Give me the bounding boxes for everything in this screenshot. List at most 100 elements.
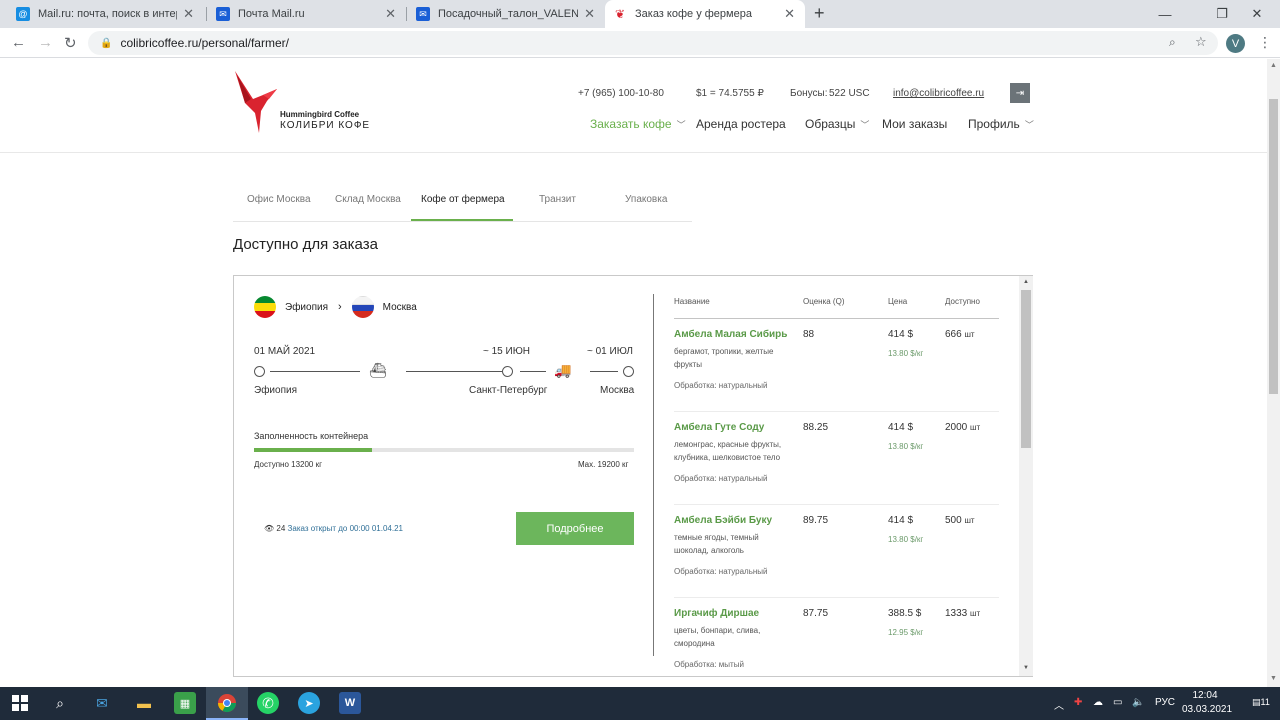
close-icon[interactable]: ✕ bbox=[183, 6, 194, 22]
scroll-down-icon[interactable]: ▼ bbox=[1023, 665, 1029, 671]
browser-tab-mailru[interactable]: @ Mail.ru: почта, поиск в интернете ✕ bbox=[8, 0, 204, 28]
forward-icon[interactable]: → bbox=[38, 34, 53, 51]
coffee-name[interactable]: Амбела Малая Сибирь bbox=[674, 329, 787, 340]
close-icon[interactable]: ✕ bbox=[385, 6, 396, 22]
logout-button[interactable]: ⇥ bbox=[1010, 83, 1030, 103]
table-row[interactable]: Амбела Бэйби Буку темные ягоды, темный ш… bbox=[674, 505, 999, 598]
coffee-stock: 500 шт bbox=[945, 515, 975, 526]
coffee-price: 414 $ bbox=[888, 422, 914, 433]
chrome-icon[interactable] bbox=[216, 692, 238, 714]
details-button[interactable]: Подробнее bbox=[516, 512, 634, 545]
section-title: Доступно для заказа bbox=[233, 236, 378, 253]
view-count: 24 bbox=[276, 524, 286, 533]
profile-avatar[interactable]: V bbox=[1226, 34, 1245, 53]
browser-tab-coffee[interactable]: ❦ Заказ кофе у фермера ✕ bbox=[605, 0, 805, 28]
coffee-notes: бергамот, тропики, желтые фрукты bbox=[674, 347, 774, 369]
tab-title: Mail.ru: почта, поиск в интернете bbox=[38, 8, 177, 20]
mailru-icon: @ bbox=[16, 7, 30, 21]
container-fill-progress bbox=[254, 448, 372, 452]
browser-menu-icon[interactable]: ⋮ bbox=[1258, 34, 1272, 51]
nav-my-orders[interactable]: Мои заказы bbox=[882, 117, 947, 131]
clock[interactable]: 12:04 03.03.2021 bbox=[1182, 689, 1233, 717]
windows-taskbar: ⌕ ✉ ▬ ▦ ✆ ➤ W ︿ ✚ ☁ ▭ 🔈 РУС 12:04 03.03.… bbox=[0, 687, 1280, 720]
nav-roaster-rent[interactable]: Аренда ростера bbox=[696, 117, 786, 131]
volume-icon[interactable]: 🔈 bbox=[1132, 697, 1144, 708]
page-scrollbar[interactable]: ▲ ▼ bbox=[1267, 59, 1280, 687]
page-scrollbar-thumb[interactable] bbox=[1269, 99, 1278, 394]
scroll-down-icon[interactable]: ▼ bbox=[1270, 675, 1277, 682]
windows-start-icon[interactable] bbox=[9, 692, 31, 714]
search-icon[interactable]: ⌕ bbox=[49, 692, 71, 714]
bonus-label: Бонусы: bbox=[790, 88, 828, 99]
coffee-score: 89.75 bbox=[803, 515, 829, 526]
language-indicator[interactable]: РУС bbox=[1155, 697, 1175, 708]
tab-transit[interactable]: Транзит bbox=[539, 194, 576, 205]
tab-farmer-coffee[interactable]: Кофе от фермера bbox=[421, 194, 505, 205]
bookmark-star-icon[interactable]: ☆ bbox=[1195, 34, 1207, 50]
sheets-app-icon[interactable]: ▦ bbox=[174, 692, 196, 714]
column-header-name: Название bbox=[674, 297, 710, 306]
table-row[interactable]: Амбела Гуте Соду лемонграс, красные фрук… bbox=[674, 412, 999, 505]
scroll-up-icon[interactable]: ▲ bbox=[1270, 62, 1277, 69]
whatsapp-icon[interactable]: ✆ bbox=[257, 692, 279, 714]
notification-icon[interactable]: ▤11 bbox=[1252, 697, 1270, 708]
route-track bbox=[520, 371, 546, 372]
shipment-card: Эфиопия › Москва 01 МАЙ 2021 ~ 15 ИЮН ~ … bbox=[233, 275, 1033, 677]
email-link[interactable]: info@colibricoffee.ru bbox=[893, 88, 984, 99]
nav-samples[interactable]: Образцы ﹀ bbox=[805, 117, 869, 131]
coffee-stock: 1333 шт bbox=[945, 608, 980, 619]
phone-number[interactable]: +7 (965) 100-10-80 bbox=[578, 88, 664, 99]
card-scrollbar[interactable]: ▲ ▼ bbox=[1019, 276, 1033, 676]
coffee-price-per-kg: 13.80 $/кг bbox=[888, 349, 924, 358]
bonus-value: 522 USC bbox=[829, 88, 870, 99]
back-icon[interactable]: ← bbox=[11, 34, 26, 51]
url-field[interactable]: 🔒 colibricoffee.ru/personal/farmer/ ⌕ ☆ bbox=[88, 31, 1218, 55]
card-scrollbar-thumb[interactable] bbox=[1021, 290, 1031, 448]
browser-tab-boarding[interactable]: ✉ Посадочный_талон_VALENTINA ✕ bbox=[408, 0, 605, 28]
nav-profile[interactable]: Профиль ﹀ bbox=[968, 117, 1034, 131]
mail-icon: ✉ bbox=[416, 7, 430, 21]
tray-expand-icon[interactable]: ︿ bbox=[1054, 697, 1064, 712]
currency-rate: $1 = 74.5755 ₽ bbox=[696, 88, 764, 99]
zoom-icon[interactable]: ⌕ bbox=[1169, 35, 1176, 50]
telegram-icon[interactable]: ➤ bbox=[298, 692, 320, 714]
close-icon[interactable]: ✕ bbox=[584, 6, 595, 22]
chevron-right-icon: › bbox=[337, 301, 342, 313]
tray-app-icon[interactable]: ✚ bbox=[1074, 697, 1082, 708]
tab-moscow-warehouse[interactable]: Склад Москва bbox=[335, 194, 401, 205]
close-window-button[interactable]: ✕ bbox=[1234, 0, 1280, 28]
site-logo[interactable]: Hummingbird Coffee КОЛИБРИ КОФЕ bbox=[233, 69, 373, 139]
minimize-button[interactable]: — bbox=[1142, 0, 1188, 28]
nav-order-coffee[interactable]: Заказать кофе ﹀ bbox=[590, 117, 686, 131]
reload-icon[interactable]: ↻ bbox=[64, 34, 77, 52]
clock-date: 03.03.2021 bbox=[1182, 704, 1233, 715]
mail-app-icon[interactable]: ✉ bbox=[91, 692, 113, 714]
scroll-up-icon[interactable]: ▲ bbox=[1023, 279, 1029, 285]
nav-label: Профиль bbox=[968, 117, 1020, 131]
date-start: 01 МАЙ 2021 bbox=[254, 346, 316, 357]
browser-tab-mail[interactable]: ✉ Почта Mail.ru ✕ bbox=[208, 0, 406, 28]
coffee-process: Обработка: натуральный bbox=[674, 567, 768, 576]
coffee-name[interactable]: Иргачиф Диршае bbox=[674, 608, 759, 619]
word-icon[interactable]: W bbox=[339, 692, 361, 714]
file-explorer-icon[interactable]: ▬ bbox=[133, 692, 155, 714]
table-row[interactable]: Иргачиф Диршае цветы, бонпари, слива, см… bbox=[674, 598, 999, 687]
cloud-icon[interactable]: ☁ bbox=[1093, 697, 1103, 708]
route-track bbox=[270, 371, 360, 372]
ship-icon: ⛴ bbox=[369, 362, 387, 378]
new-tab-button[interactable]: + bbox=[814, 3, 825, 24]
network-icon[interactable]: ▭ bbox=[1113, 697, 1122, 708]
coffee-name[interactable]: Амбела Гуте Соду bbox=[674, 422, 764, 433]
notification-count: 11 bbox=[1260, 697, 1270, 707]
coffee-name[interactable]: Амбела Бэйби Буку bbox=[674, 515, 772, 526]
ethiopia-flag-icon bbox=[254, 296, 276, 318]
table-row[interactable]: Амбела Малая Сибирь бергамот, тропики, ж… bbox=[674, 319, 999, 412]
coffee-process: Обработка: мытый bbox=[674, 660, 744, 669]
nav-label: Аренда ростера bbox=[696, 117, 786, 131]
tab-moscow-office[interactable]: Офис Москва bbox=[247, 194, 311, 205]
tab-packaging[interactable]: Упаковка bbox=[625, 194, 667, 205]
coffee-price-per-kg: 13.80 $/кг bbox=[888, 535, 924, 544]
tab-title: Заказ кофе у фермера bbox=[635, 8, 752, 20]
stock-unit: шт bbox=[970, 609, 981, 618]
close-icon[interactable]: ✕ bbox=[784, 6, 795, 22]
